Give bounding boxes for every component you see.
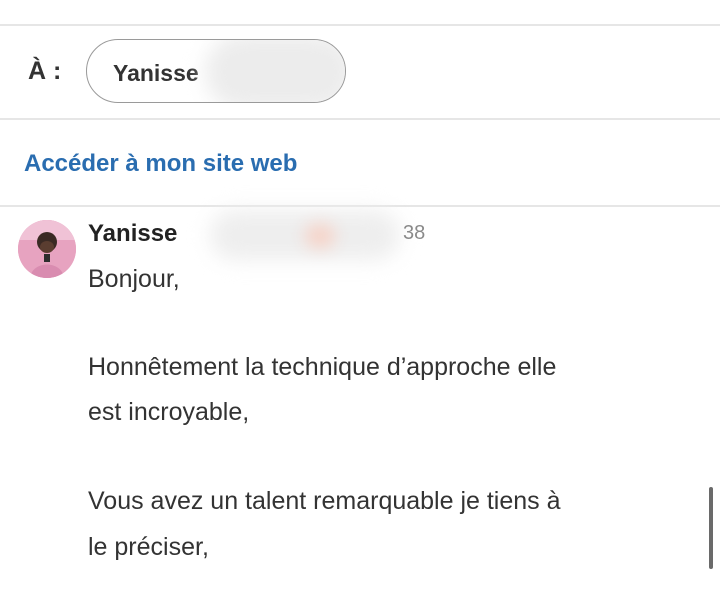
recipient-chip[interactable]: Yanisse (86, 39, 346, 103)
recipient-name: Yanisse (113, 60, 199, 86)
message-line: Honnêtement la technique d’approche elle (88, 353, 557, 381)
message-item: Yanisse 38 Bonjour, Honnêtement la techn… (0, 210, 720, 600)
message-line: Vous avez un talent remarquable je tiens… (88, 487, 561, 515)
sender-name: Yanisse (88, 220, 178, 247)
message-line: le préciser, (88, 533, 209, 561)
person-avatar-icon (18, 220, 76, 278)
message-timestamp: 38 (403, 222, 426, 244)
top-divider (0, 24, 720, 26)
recipient-row: À : Yanisse (0, 30, 720, 116)
message-line: Bonjour, (88, 265, 180, 293)
website-link[interactable]: Accéder à mon site web (24, 150, 297, 178)
redaction-blur (205, 40, 345, 102)
message-line: est incroyable, (88, 398, 250, 426)
avatar[interactable] (18, 220, 76, 278)
header-divider (0, 118, 720, 120)
to-label: À : (28, 57, 62, 85)
scrollbar[interactable] (709, 487, 713, 569)
message-divider (0, 205, 720, 207)
redaction-blur-accent (305, 224, 335, 248)
